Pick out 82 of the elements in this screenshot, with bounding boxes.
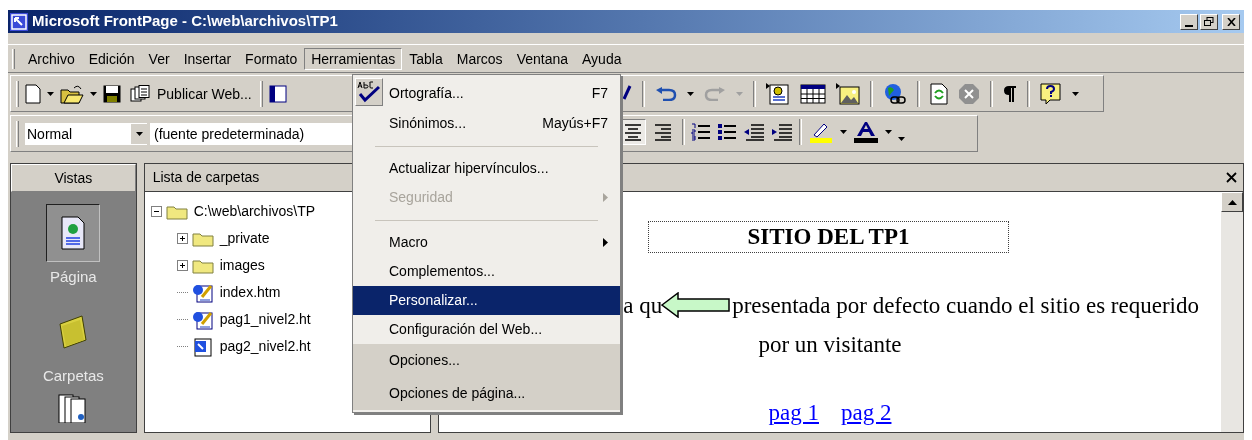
arrow-icon (661, 292, 731, 318)
caret-icon[interactable] (885, 130, 892, 134)
table-icon[interactable] (800, 84, 826, 104)
numbered-list-icon[interactable] (691, 123, 711, 141)
expand-icon[interactable] (176, 233, 188, 244)
tree-item[interactable]: pag2_nivel2.ht (191, 336, 311, 357)
publish-web-button[interactable]: Publicar Web... (127, 81, 254, 107)
link[interactable]: pag 1 (768, 396, 819, 431)
link[interactable]: pag 2 (841, 396, 892, 431)
spelling-check-icon (357, 81, 381, 103)
save-icon[interactable] (103, 85, 121, 103)
close-icon (1226, 17, 1236, 26)
menu-item[interactable]: Insertar (176, 47, 239, 70)
menu-item[interactable]: Ver (141, 47, 177, 70)
menu-item[interactable]: Edición (81, 47, 142, 70)
app-icon (10, 12, 28, 31)
tree-item[interactable]: pag1_nivel2.ht (191, 309, 311, 330)
insert-component-icon[interactable] (766, 83, 790, 105)
menu-item[interactable]: Marcos (449, 47, 510, 70)
close-button[interactable] (1222, 13, 1240, 30)
decrease-indent-icon[interactable] (743, 123, 765, 141)
insert-picture-icon[interactable] (836, 83, 860, 105)
expand-icon[interactable] (176, 260, 188, 271)
refresh-icon[interactable] (930, 83, 948, 105)
panel-header: Vistas (11, 164, 136, 192)
pilcrow-icon[interactable] (1003, 85, 1017, 103)
window-title: Microsoft FrontPage - C:\web\archivos\TP1 (32, 11, 338, 32)
help-icon[interactable] (1040, 83, 1062, 105)
undo-icon[interactable] (655, 87, 677, 101)
page-edit-icon (191, 309, 214, 330)
scroll-up-icon[interactable] (1227, 199, 1237, 205)
paragraph-text: por un visitante (758, 330, 902, 359)
folder-icon (191, 230, 214, 247)
vertical-scrollbar[interactable] (1221, 192, 1243, 432)
menu-item[interactable]: Herramientas (304, 47, 403, 70)
style-dropdown[interactable]: Normal (25, 123, 147, 145)
paragraph-text: presentada por defecto cuando el sitio es requerido (732, 292, 1199, 320)
submenu-arrow-icon (603, 238, 608, 247)
page-icon (191, 336, 214, 357)
tree-item[interactable]: images (191, 255, 265, 276)
publish-icon (129, 85, 151, 103)
align-right-icon (653, 122, 673, 142)
caret-icon[interactable] (1072, 92, 1079, 96)
menu-item[interactable]: Opciones de página... (353, 377, 620, 410)
caret-icon (135, 132, 143, 136)
new-page-icon[interactable] (25, 84, 41, 104)
toolbar-options-icon[interactable] (898, 137, 905, 141)
tree-item[interactable]: index.htm (191, 282, 281, 303)
minimize-button[interactable] (1180, 13, 1198, 30)
font-color-icon[interactable] (853, 121, 879, 143)
tree-item[interactable]: _private (191, 228, 270, 249)
paragraph-text: a qu (623, 292, 663, 320)
caret-icon[interactable] (687, 92, 694, 96)
highlight-icon[interactable] (808, 121, 834, 143)
restore-icon (1204, 17, 1214, 26)
stop-icon[interactable] (958, 83, 980, 105)
caret-icon[interactable] (90, 92, 97, 96)
menu-item[interactable]: Opciones... (353, 344, 620, 377)
menu-item[interactable]: Archivo (21, 47, 82, 70)
folder-icon (191, 257, 214, 274)
tree-item[interactable]: C:\web\archivos\TP (165, 201, 316, 222)
increase-indent-icon[interactable] (771, 123, 793, 141)
menu-item[interactable]: Personalizar... (353, 286, 620, 315)
caret-icon[interactable] (47, 92, 54, 96)
maximize-button[interactable] (1200, 13, 1218, 30)
folder-icon (165, 203, 188, 220)
hyperlink-globe-icon[interactable] (883, 83, 907, 105)
open-folder-icon[interactable] (60, 84, 84, 104)
bulleted-list-icon[interactable] (717, 123, 737, 141)
submenu-arrow-icon (603, 193, 608, 202)
menu-item[interactable]: Ayuda (575, 47, 629, 70)
page-heading: SITIO DEL TP1 (747, 222, 910, 251)
menu-item[interactable]: Formato (238, 47, 305, 70)
menu-item[interactable]: Ventana (509, 47, 575, 70)
views-icon[interactable] (268, 85, 287, 103)
menu-item[interactable]: Tabla (402, 47, 450, 70)
close-icon[interactable] (1226, 172, 1237, 183)
align-center-icon (623, 122, 643, 142)
collapse-icon[interactable] (150, 206, 162, 217)
minimize-icon (1185, 24, 1193, 27)
caret-icon[interactable] (840, 130, 847, 134)
page-edit-icon (191, 282, 214, 303)
